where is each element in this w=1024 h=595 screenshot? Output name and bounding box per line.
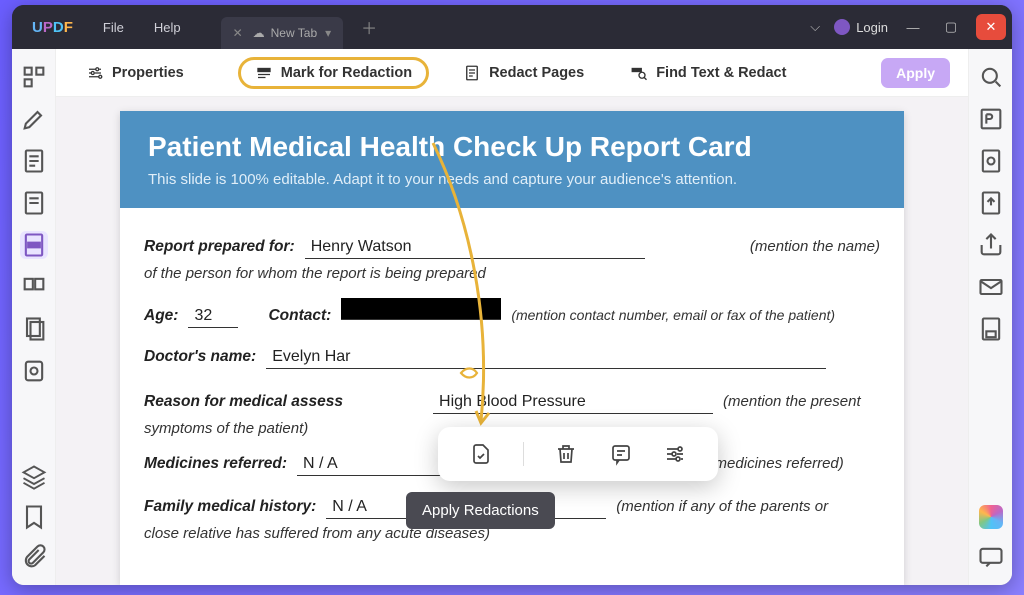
thumbnail-icon[interactable] [20,63,48,91]
search-icon[interactable] [977,63,1005,91]
tab-dropdown-icon[interactable]: ▾ [325,26,331,40]
doc-subtitle: This slide is 100% editable. Adapt it to… [148,171,876,188]
label-age: Age: [144,307,178,325]
note-icon[interactable] [609,442,633,466]
label-contact: Contact: [268,307,331,325]
avatar-icon [834,19,850,35]
tab-new[interactable]: ✕ ☁ New Tab ▾ [221,17,344,49]
pen-icon[interactable] [20,105,48,133]
search-box-icon [630,64,648,82]
mark-label: Mark for Redaction [281,65,412,81]
app-window: UPDF File Help ✕ ☁ New Tab ▾ ＋ ⌵ Login —… [12,5,1012,585]
value-age[interactable]: 32 [188,305,238,328]
hint-prepared-for: (mention the name) [750,238,880,255]
label-doctor: Doctor's name: [144,348,256,366]
export-icon[interactable] [977,189,1005,217]
redaction-popup [438,427,718,481]
settings-sliders-icon[interactable] [663,442,687,466]
hint-contact: (mention contact number, email or fax of… [511,307,835,323]
sidebar-right [968,49,1012,585]
page-icon [463,64,481,82]
trash-icon[interactable] [554,442,578,466]
label-medicines: Medicines referred: [144,455,287,473]
mark-for-redaction-button[interactable]: Mark for Redaction [238,57,429,89]
main-area: Properties Mark for Redaction Redact Pag… [56,49,968,585]
hint-reason: (mention the present [723,393,861,410]
chat-icon[interactable] [977,543,1005,571]
layers-icon[interactable] [20,463,48,491]
popup-divider [523,442,524,466]
redact-icon[interactable] [20,231,48,259]
tools-icon[interactable] [20,357,48,385]
app-body: Properties Mark for Redaction Redact Pag… [12,49,1012,585]
mail-icon[interactable] [977,273,1005,301]
apply-button[interactable]: Apply [881,58,950,88]
maximize-button[interactable]: ▢ [932,5,970,49]
share-icon[interactable] [977,231,1005,259]
tab-label: New Tab [271,26,317,40]
tab-close-icon[interactable]: ✕ [233,26,243,40]
properties-label: Properties [112,65,184,81]
edit-page-icon[interactable] [20,147,48,175]
tab-bar: ✕ ☁ New Tab ▾ ＋ [221,5,378,49]
value-prepared-for[interactable]: Henry Watson [305,236,645,259]
find-redact-button[interactable]: Find Text & Redact [618,58,798,88]
page-icon[interactable] [20,189,48,217]
sliders-icon [86,64,104,82]
redact-pages-label: Redact Pages [489,65,584,81]
close-button[interactable]: ✕ [976,14,1006,40]
redacted-contact[interactable] [341,298,501,320]
new-tab-button[interactable]: ＋ [361,15,377,39]
title-bar-right: ⌵ Login — ▢ ✕ [796,5,1012,49]
value-doctor[interactable]: Evelyn Har [266,346,826,369]
attachment-icon[interactable] [20,543,48,571]
doc-title: Patient Medical Health Check Up Report C… [148,131,876,163]
subhint-prepared-for: of the person for whom the report is bei… [144,265,880,282]
organize-icon[interactable] [20,273,48,301]
label-reason: Reason for medical assess [144,393,343,411]
print-icon[interactable] [977,315,1005,343]
properties-button[interactable]: Properties [74,58,196,88]
crop-icon[interactable] [977,147,1005,175]
label-prepared-for: Report prepared for: [144,238,295,256]
app-logo: UPDF [32,19,73,36]
login-label: Login [856,20,888,35]
dropdown-caret-icon[interactable]: ⌵ [796,5,834,49]
sidebar-left [12,49,56,585]
find-label: Find Text & Redact [656,65,786,81]
tooltip-apply-redactions: Apply Redactions [406,492,555,529]
document-area[interactable]: Patient Medical Health Check Up Report C… [56,97,968,585]
cloud-icon: ☁ [253,26,265,40]
doc-header: Patient Medical Health Check Up Report C… [120,111,904,208]
apply-redaction-icon[interactable] [469,442,493,466]
label-family: Family medical history: [144,498,316,516]
hint-family: (mention if any of the parents or [616,498,828,515]
mark-icon [255,64,273,82]
menu-file[interactable]: File [103,20,124,35]
redact-pages-button[interactable]: Redact Pages [451,58,596,88]
bookmark-icon[interactable] [20,503,48,531]
ai-icon[interactable] [977,503,1005,531]
value-reason[interactable]: High Blood Pressure [433,391,713,414]
ocr-icon[interactable] [977,105,1005,133]
minimize-button[interactable]: — [894,5,932,49]
menu-help[interactable]: Help [154,20,181,35]
title-bar: UPDF File Help ✕ ☁ New Tab ▾ ＋ ⌵ Login —… [12,5,1012,49]
pages-icon[interactable] [20,315,48,343]
redaction-toolbar: Properties Mark for Redaction Redact Pag… [56,49,968,97]
login-button[interactable]: Login [834,19,888,35]
